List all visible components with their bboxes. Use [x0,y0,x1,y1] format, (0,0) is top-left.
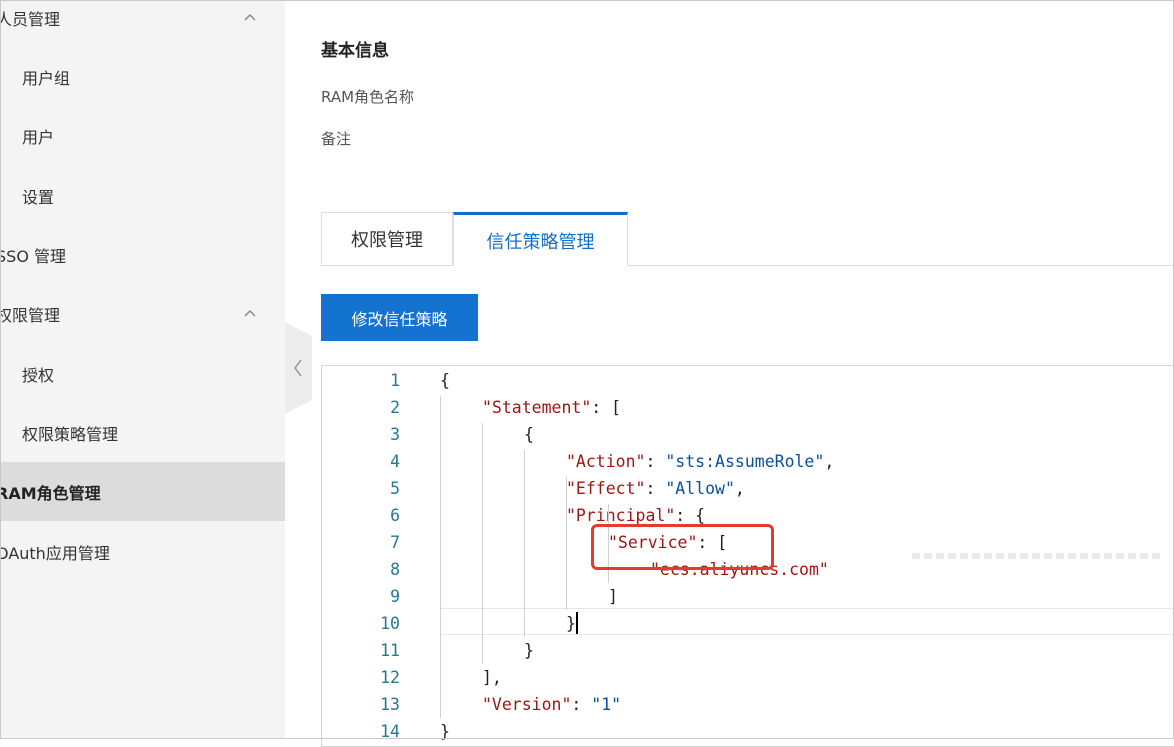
code-line: 11} [322,637,1174,664]
sidebar-item-label: 权限管理 [0,305,61,325]
sidebar-item-users[interactable]: 用户 [0,106,285,165]
code-text: ], [482,664,502,691]
chevron-up-icon[interactable] [243,10,257,24]
sidebar-item-label: 授权 [22,365,55,385]
line-number: 4 [390,452,400,471]
sidebar-item-policy-management[interactable]: 权限策略管理 [0,403,285,462]
sidebar-item-label: 用户 [22,127,55,147]
code-text: } [440,718,450,745]
section-title: 基本信息 [321,41,389,61]
code-text: } [566,610,576,637]
indent-guide [566,477,567,610]
code-text: "Statement": [ [482,394,621,421]
code-text: ] [608,583,618,610]
code-token: "1" [591,695,622,714]
sidebar-item-settings[interactable]: 设置 [0,166,285,225]
code-line: 1{ [322,367,1174,394]
indent-guide [524,450,525,637]
code-token: : [ [591,398,622,417]
code-line: 13 "Version": "1" [322,691,1174,718]
code-token: ], [482,668,502,687]
indent-guide [482,423,483,664]
code-text: } [524,637,534,664]
indent-guide [440,396,441,718]
code-token: ] [608,587,618,606]
code-text: "Version": "1" [482,691,621,718]
code-line: 10} [322,610,1174,637]
redacted-text [912,553,1162,559]
tab-bar: 权限管理 信任策略管理 [321,212,1174,266]
sidebar-item-label: 权限策略管理 [22,424,119,444]
tab-permission-management[interactable]: 权限管理 [321,212,453,265]
sidebar-item-label: SSO 管理 [0,246,66,266]
main-content: 基本信息 RAM角色名称 备注 权限管理 信任策略管理 修改信任策略 1{2 "S… [285,0,1174,747]
text-caret [576,612,578,634]
sidebar-item-people[interactable]: 人员管理 [0,0,281,47]
line-number: 3 [390,425,400,444]
sidebar-item-ram-roles[interactable]: RAM角色管理 [0,462,285,521]
code-token: "Allow" [665,479,735,498]
line-number: 6 [390,506,400,525]
code-line: 5 "Effect": "Allow", [322,475,1174,502]
line-number: 1 [390,371,400,390]
line-number: 12 [380,668,400,687]
code-token: , [734,479,745,498]
code-text: { [440,367,450,394]
sidebar-item-label: OAuth应用管理 [0,543,110,563]
code-token: "Action" [566,452,646,471]
code-token: "Principal" [566,506,676,525]
code-token: "sts:AssumeRole" [665,452,825,471]
code-token: "Version" [482,695,572,714]
edit-trust-policy-button[interactable]: 修改信任策略 [321,294,478,341]
line-number: 2 [390,398,400,417]
code-token: } [440,722,450,741]
line-number: 5 [390,479,400,498]
line-number: 8 [390,560,400,579]
code-line: 14} [322,718,1174,745]
sidebar-nav: 人员管理 用户组 用户 设置 SSO 管理 权限管理 授权 权限策略管理 RAM… [0,0,285,739]
code-token: "Statement" [482,398,592,417]
sidebar-item-permissions[interactable]: 权限管理 [0,284,281,343]
code-line: 12], [322,664,1174,691]
code-line: 3{ [322,421,1174,448]
code-token: { [440,371,450,390]
code-token: : { [675,506,706,525]
line-number: 10 [380,614,400,633]
code-token: : [645,452,666,471]
line-number: 14 [380,722,400,741]
sidebar-item-oauth-apps[interactable]: OAuth应用管理 [0,522,281,581]
code-token: : [571,695,592,714]
code-token: , [824,452,835,471]
code-text: "Action": "sts:AssumeRole", [566,448,834,475]
line-number: 13 [380,695,400,714]
line-number: 11 [380,641,400,660]
code-line: 4 "Action": "sts:AssumeRole", [322,448,1174,475]
sidebar-item-label: 用户组 [22,68,71,88]
code-token: "Effect" [566,479,646,498]
sidebar-item-label: RAM角色管理 [0,483,101,503]
sidebar-item-label: 人员管理 [0,9,61,29]
sidebar-item-user-groups[interactable]: 用户组 [0,47,285,106]
code-line: 9] [322,583,1174,610]
line-number: 9 [390,587,400,606]
code-token: } [524,641,534,660]
sidebar-item-sso[interactable]: SSO 管理 [0,225,281,284]
annotation-highlight-box [591,524,774,570]
code-token: { [524,425,534,444]
code-line: 2 "Statement": [ [322,394,1174,421]
role-name-label: RAM角色名称 [321,88,415,106]
remark-label: 备注 [321,130,352,148]
line-number: 7 [390,533,400,552]
sidebar-item-label: 设置 [22,187,55,207]
tab-trust-policy-management[interactable]: 信任策略管理 [453,212,628,266]
code-text: "Effect": "Allow", [566,475,745,502]
code-text: { [524,421,534,448]
sidebar-item-grant[interactable]: 授权 [0,344,285,403]
chevron-up-icon[interactable] [243,306,257,320]
code-token: } [566,614,576,633]
code-token: : [645,479,666,498]
